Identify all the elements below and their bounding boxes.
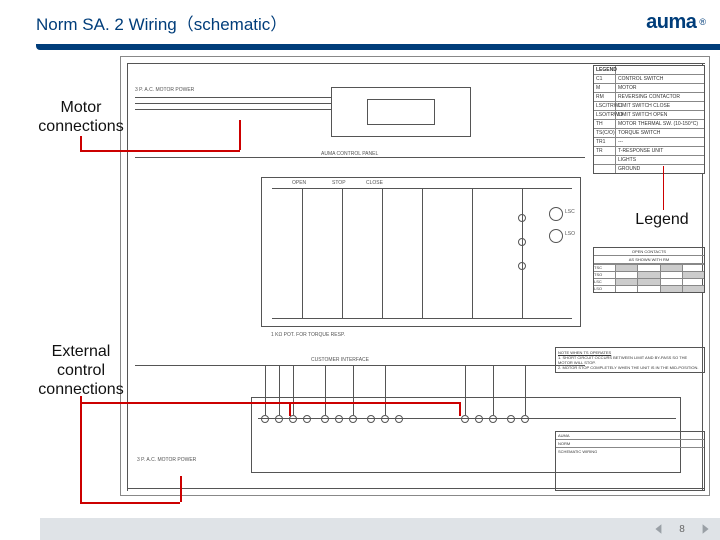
legend-desc: MOTOR THERMAL SW. (10-150°C) xyxy=(616,120,704,128)
lbl-motor-power2: 3 P. A.C. MOTOR POWER xyxy=(137,457,196,463)
tb-model: NORM xyxy=(556,439,704,447)
leader-motor-h xyxy=(80,150,240,152)
legend-sym: TR1 xyxy=(594,138,616,146)
callout-external-control: External control connections xyxy=(26,342,136,400)
lbl-stop: STOP xyxy=(332,180,346,186)
lbl-lsc: LSC xyxy=(565,209,575,215)
legend-sym: C1 xyxy=(594,75,616,83)
content-area: Motor connections Legend External contro… xyxy=(0,50,720,518)
legend-sym: TR xyxy=(594,147,616,155)
leader-ext-u1 xyxy=(289,402,291,416)
prev-arrow-icon[interactable] xyxy=(652,522,666,536)
legend-sym: M xyxy=(594,84,616,92)
legend-desc: T-RESPONSE UNIT xyxy=(616,147,704,155)
callout-legend-text: Legend xyxy=(635,211,688,228)
legend-sym: TH xyxy=(594,120,616,128)
lbl-lso: LSO xyxy=(565,231,575,237)
legend-sym: LSO/TRWO xyxy=(594,111,616,119)
oc-row: LSC xyxy=(594,279,616,285)
note-line1: 1. SHORT CIRCUIT OCCURS BETWEEN LIMIT AN… xyxy=(558,355,702,365)
legend-sym xyxy=(594,165,616,173)
legend-desc: MOTOR xyxy=(616,84,704,92)
leader-motor-v xyxy=(80,136,82,150)
legend-table: LEGEND C1CONTROL SWITCH MMOTOR RMREVERSI… xyxy=(593,65,705,174)
lbl-close: CLOSE xyxy=(366,180,383,186)
callout-motor-text: Motor connections xyxy=(38,99,123,135)
legend-desc: REVERSING CONTACTOR xyxy=(616,93,704,101)
slide-footer: 8 xyxy=(40,518,720,540)
leader-ext-v xyxy=(80,396,82,502)
schematic-motor-inner xyxy=(367,99,435,125)
leader-legend-v xyxy=(663,166,665,210)
legend-sym: RM xyxy=(594,93,616,101)
trademark-symbol: ® xyxy=(699,17,706,27)
lbl-open: OPEN xyxy=(292,180,306,186)
callout-external-text: External control connections xyxy=(38,343,123,398)
open-contacts-subtitle: AS SHOWN WITH RM xyxy=(594,256,704,264)
open-contacts-title: OPEN CONTACTS xyxy=(594,248,704,256)
tb-company: AUMA xyxy=(556,432,704,439)
schematic-drawing: 3 P. A.C. MOTOR POWER AUMA CONTROL PANEL… xyxy=(120,56,710,496)
leader-ext-bu xyxy=(180,476,182,502)
lbl-customer: CUSTOMER INTERFACE xyxy=(311,357,369,363)
legend-desc: TORQUE SWITCH xyxy=(616,129,704,137)
lbl-motor-power: 3 P. A.C. MOTOR POWER xyxy=(135,87,194,93)
legend-sym: LSC/TRWC xyxy=(594,102,616,110)
legend-desc: CONTROL SWITCH xyxy=(616,75,704,83)
page-title: Norm SA. 2 Wiring（schematic） xyxy=(36,10,287,35)
callout-legend: Legend xyxy=(622,210,702,229)
legend-desc: LIMIT SWITCH OPEN xyxy=(616,111,704,119)
legend-sym: TS(C/O) xyxy=(594,129,616,137)
next-arrow-icon[interactable] xyxy=(698,522,712,536)
legend-desc: --- xyxy=(616,138,704,146)
open-contacts-table: OPEN CONTACTS AS SHOWN WITH RM TSC TSO L… xyxy=(593,247,705,293)
oc-row: TSO xyxy=(594,272,616,278)
tb-type: SCHEMATIC WIRING xyxy=(556,447,704,455)
note-line2: 2. MOTOR STOP COMPLETELY WHEN THE UNIT I… xyxy=(558,365,702,370)
legend-heading: LEGEND xyxy=(594,66,616,74)
logo-text: auma xyxy=(646,11,696,34)
schematic-control-box: OPEN STOP CLOSE xyxy=(261,177,581,327)
leader-ext-bottom xyxy=(80,502,180,504)
oc-row: LSO xyxy=(594,286,616,292)
page-number: 8 xyxy=(676,524,688,535)
legend-desc: GROUND xyxy=(616,165,704,173)
lbl-pot: 1 KΩ POT. FOR TORQUE RESP. xyxy=(271,332,345,338)
leader-ext-h2 xyxy=(80,402,460,404)
leader-motor-v2 xyxy=(239,120,241,150)
callout-motor-connections: Motor connections xyxy=(26,98,136,136)
schematic-note: NOTE WHEN TS OPERATES 1. SHORT CIRCUIT O… xyxy=(555,347,705,373)
legend-sym xyxy=(594,156,616,164)
drawing-titleblock: AUMA NORM SCHEMATIC WIRING xyxy=(555,431,705,491)
legend-desc: LIGHTS xyxy=(616,156,704,164)
legend-desc: LIMIT SWITCH CLOSE xyxy=(616,102,704,110)
oc-row: TSC xyxy=(594,265,616,271)
leader-ext-u2 xyxy=(459,402,461,416)
brand-logo: auma ® xyxy=(646,11,706,34)
slide-header: Norm SA. 2 Wiring（schematic） auma ® xyxy=(0,0,720,44)
